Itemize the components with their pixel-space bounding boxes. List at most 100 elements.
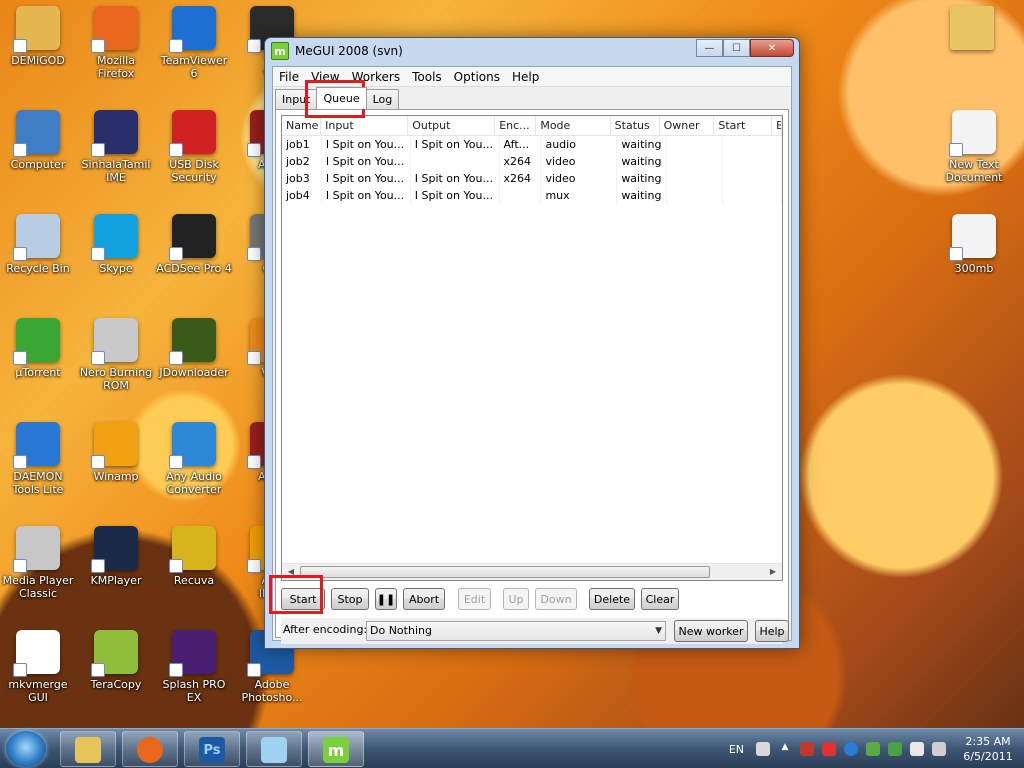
maximize-button[interactable]: ☐ <box>723 39 750 57</box>
desktop-icon[interactable]: Any Audio Converter <box>156 422 232 496</box>
speaker-icon[interactable] <box>932 742 946 756</box>
desktop-icon[interactable]: TeamViewer 6 <box>156 6 232 80</box>
desktop-icon[interactable]: DEMiGOD <box>0 6 76 67</box>
queue-panel: Name Input Output Enc... Mode Status Own… <box>275 109 789 644</box>
tab-queue[interactable]: Queue <box>316 87 367 109</box>
megui-icon: m <box>323 737 349 763</box>
start-button-orb[interactable] <box>6 731 46 767</box>
queue-cell: audio <box>541 136 618 153</box>
desktop-icon[interactable]: Nero Burning ROM <box>78 318 154 392</box>
desktop-icon[interactable]: Splash PRO EX <box>156 630 232 704</box>
after-encoding-select[interactable]: Do Nothing ▼ <box>366 621 666 641</box>
column-header-name[interactable]: Name <box>282 116 322 135</box>
help-button[interactable]: Help <box>755 620 789 642</box>
desktop-icon[interactable]: Media Player Classic <box>0 526 76 600</box>
queue-list[interactable]: Name Input Output Enc... Mode Status Own… <box>281 115 783 581</box>
clock[interactable]: 2:35 AM 6/5/2011 <box>960 734 1016 764</box>
desktop-icon-label: USB Disk Security <box>169 158 219 184</box>
desktop-icon-label: DEMiGOD <box>11 54 65 67</box>
desktop-icon[interactable]: DAEMON Tools Lite <box>0 422 76 496</box>
desktop-icon[interactable]: JDownloader <box>156 318 232 379</box>
menu-options[interactable]: Options <box>448 70 506 84</box>
desktop-icon[interactable]: Skype <box>78 214 154 275</box>
delete-button[interactable]: Delete <box>589 588 635 610</box>
column-header-input[interactable]: Input <box>321 116 409 135</box>
desktop-icon-label: DAEMON Tools Lite <box>12 470 64 496</box>
queue-cell: job3 <box>282 170 322 187</box>
taskbar-explorer[interactable] <box>60 731 116 767</box>
desktop-icon[interactable]: Recycle Bin <box>0 214 76 275</box>
clear-button[interactable]: Clear <box>641 588 679 610</box>
queue-row[interactable]: job1 I Spit on You... I Spit on You... Aft.… <box>282 136 782 153</box>
stop-button[interactable]: Stop <box>331 588 369 610</box>
desktop-icon[interactable]: USB Disk Security <box>156 110 232 184</box>
title-bar[interactable]: m MeGUI 2008 (svn) — ☐ ✕ <box>265 38 799 64</box>
edit-button[interactable]: Edit <box>458 588 491 610</box>
queue-cell: waiting <box>617 136 668 153</box>
flash-icon[interactable] <box>844 742 858 756</box>
desktop-icon[interactable]: Computer <box>0 110 76 171</box>
app-icon <box>169 526 216 573</box>
desktop-icon-label: Recycle Bin <box>6 262 70 275</box>
desktop-icon[interactable]: Winamp <box>78 422 154 483</box>
up-button[interactable]: Up <box>503 588 529 610</box>
tray-up-arrow-icon[interactable]: ▲ <box>778 742 792 756</box>
menu-tools[interactable]: Tools <box>406 70 448 84</box>
column-header-output[interactable]: Output <box>408 116 496 135</box>
column-header-encoder[interactable]: Enc... <box>495 116 537 135</box>
app-icon <box>91 630 138 677</box>
desktop-icon[interactable]: µTorrent <box>0 318 76 379</box>
queue-row[interactable]: job3 I Spit on You... I Spit on You... x264… <box>282 170 782 187</box>
desktop-icon[interactable]: New Text Document <box>936 110 1012 184</box>
queue-cell: waiting <box>617 153 668 170</box>
volume-icon[interactable] <box>800 742 814 756</box>
column-header-end[interactable]: E <box>772 116 782 135</box>
desktop-icon-label: Computer <box>10 158 66 171</box>
desktop-icon[interactable]: TeraCopy <box>78 630 154 691</box>
signal-icon[interactable] <box>910 742 924 756</box>
queue-cell: I Spit on You... <box>411 170 500 187</box>
chevron-down-icon[interactable]: ▼ <box>655 622 662 640</box>
scrollbar-thumb[interactable] <box>300 566 710 578</box>
minimize-button[interactable]: — <box>696 39 723 57</box>
desktop-icon[interactable]: ACDSee Pro 4 <box>156 214 232 275</box>
menu-file[interactable]: File <box>273 70 305 84</box>
desktop-icon[interactable]: mkvmerge GUI <box>0 630 76 704</box>
window-client: File View Workers Tools Options Help Inp… <box>272 66 792 644</box>
queue-cell: I Spit on You... <box>411 136 500 153</box>
desktop-icon-label: TeamViewer 6 <box>160 54 228 80</box>
column-header-owner[interactable]: Owner <box>660 116 715 135</box>
abort-button[interactable]: Abort <box>403 588 445 610</box>
app-icon <box>13 526 60 573</box>
menu-help[interactable]: Help <box>506 70 545 84</box>
security-check-icon[interactable] <box>888 742 902 756</box>
down-button[interactable]: Down <box>535 588 577 610</box>
column-header-mode[interactable]: Mode <box>536 116 611 135</box>
app-icon <box>91 6 138 53</box>
app-icon <box>13 318 60 365</box>
keyboard-icon[interactable] <box>756 742 770 756</box>
desktop-icon[interactable]: 300mb <box>936 214 1012 275</box>
taskbar-megui[interactable]: m <box>308 731 364 767</box>
desktop-icon[interactable]: KMPlayer <box>78 526 154 587</box>
desktop-icon[interactable]: SinhalaTamil IME <box>78 110 154 184</box>
scroll-right-icon[interactable]: ▶ <box>766 566 780 578</box>
language-indicator[interactable]: EN <box>729 743 744 756</box>
column-header-status[interactable]: Status <box>611 116 660 135</box>
shield-icon[interactable] <box>822 742 836 756</box>
tab-log[interactable]: Log <box>365 89 400 109</box>
new-worker-button[interactable]: New worker <box>674 620 748 642</box>
queue-row[interactable]: job4 I Spit on You... I Spit on You... mux w… <box>282 187 782 204</box>
desktop-folder-icon[interactable] <box>934 6 1010 54</box>
close-button[interactable]: ✕ <box>750 39 794 57</box>
column-header-start[interactable]: Start <box>714 116 773 135</box>
network-icon[interactable] <box>866 742 880 756</box>
queue-row[interactable]: job2 I Spit on You... x264 video waiting <box>282 153 782 170</box>
desktop-icon[interactable]: Mozilla Firefox <box>78 6 154 80</box>
horizontal-scrollbar[interactable]: ◀ ▶ <box>282 563 782 580</box>
taskbar-notepad[interactable] <box>246 731 302 767</box>
taskbar-firefox[interactable] <box>122 731 178 767</box>
taskbar-photoshop[interactable]: Ps <box>184 731 240 767</box>
pause-button[interactable]: ❚❚ <box>375 588 397 610</box>
desktop-icon[interactable]: Recuva <box>156 526 232 587</box>
